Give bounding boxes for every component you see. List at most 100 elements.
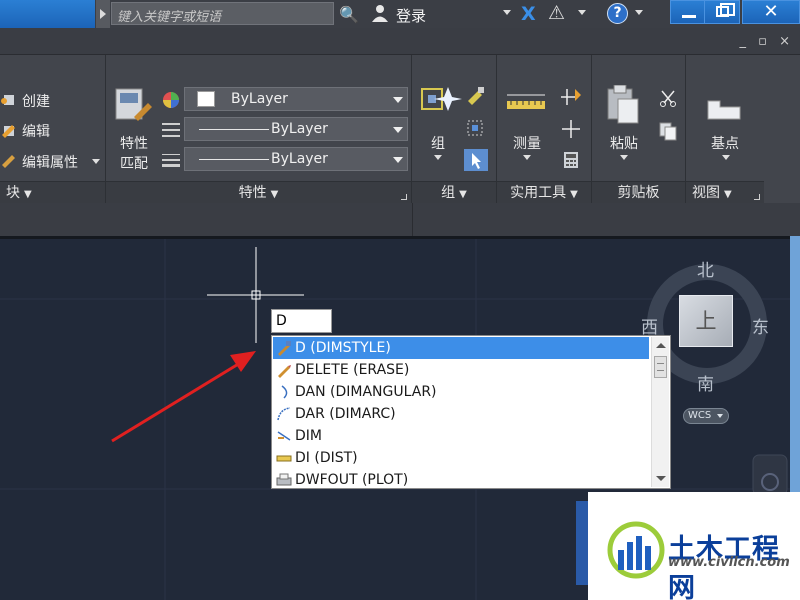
suggestion-label: DELETE (ERASE): [295, 362, 410, 378]
title-bar: 键入关键字或短语 🔍 登录 X ⚠ ? ✕: [0, 0, 800, 28]
id-point-icon[interactable]: [561, 119, 581, 139]
color-dropdown[interactable]: ByLayer: [184, 87, 408, 111]
scroll-up-icon[interactable]: [656, 343, 666, 348]
paste-dropdown-icon[interactable]: [620, 155, 628, 160]
group-panel-title[interactable]: 组 ▼: [412, 181, 496, 203]
paste-button[interactable]: 粘贴: [604, 133, 644, 153]
exchange-x-icon[interactable]: X: [521, 3, 536, 25]
quick-select-icon[interactable]: [561, 87, 583, 107]
measure-button[interactable]: 测量: [507, 133, 547, 153]
linetype-icon: [162, 123, 180, 137]
color-wheel-icon: [163, 92, 179, 108]
measure-dropdown-icon[interactable]: [523, 155, 531, 160]
clipboard-panel: 粘贴 剪贴板: [592, 55, 686, 203]
erase-icon: [278, 365, 291, 378]
suggestion-item[interactable]: DAR (DIMARC): [273, 403, 649, 425]
lineweight-dropdown[interactable]: ByLayer: [184, 147, 408, 171]
edit-block-button[interactable]: 编辑: [22, 121, 50, 141]
scroll-thumb[interactable]: [654, 356, 667, 378]
a360-icon[interactable]: ⚠: [548, 2, 565, 24]
wcs-menu[interactable]: WCS: [683, 408, 729, 424]
dialog-launcher-icon[interactable]: [754, 194, 760, 200]
maximize-button[interactable]: [704, 0, 740, 24]
base-point-icon: [707, 100, 741, 120]
cut-icon[interactable]: [658, 89, 678, 107]
menu-strip: _ ▫ ×: [0, 28, 800, 55]
linetype-preview: [199, 129, 269, 130]
minimize-icon: [682, 15, 696, 18]
panel-expand-icon: ▼: [24, 189, 32, 200]
watermark-logo-icon: [607, 521, 665, 579]
view-panel-title[interactable]: 视图 ▼: [686, 181, 764, 203]
match-properties-label-1[interactable]: 特性: [112, 133, 156, 153]
user-icon[interactable]: [370, 3, 390, 23]
group-dropdown-icon[interactable]: [434, 155, 442, 160]
properties-panel-title[interactable]: 特性 ▼: [106, 181, 411, 203]
edit-attribute-dropdown-icon[interactable]: [92, 159, 100, 164]
chevron-down-icon: [393, 127, 403, 133]
copy-icon[interactable]: [658, 121, 678, 141]
command-autocomplete-list: D (DIMSTYLE) DELETE (ERASE) DAN (DIMANGU…: [271, 335, 671, 489]
color-value: ByLayer: [231, 91, 288, 107]
minimize-button[interactable]: [670, 0, 706, 24]
suggestion-item[interactable]: DWFOUT (PLOT): [273, 469, 649, 491]
help-dropdown-icon[interactable]: [635, 10, 643, 15]
compass-north[interactable]: 北: [697, 256, 714, 281]
login-button[interactable]: 登录: [396, 5, 426, 26]
ungroup-icon[interactable]: [466, 87, 486, 105]
create-block-icon: [1, 95, 14, 105]
group-button[interactable]: 组: [420, 133, 456, 153]
base-point-dropdown-icon[interactable]: [722, 155, 730, 160]
dim-icon: [277, 431, 291, 441]
scroll-down-icon[interactable]: [656, 476, 666, 481]
maximize-icon: [716, 3, 735, 17]
dialog-launcher-icon[interactable]: [401, 194, 407, 200]
base-point-button[interactable]: 基点: [704, 133, 746, 153]
close-button[interactable]: ✕: [742, 0, 800, 24]
suggestion-item[interactable]: DIM: [273, 425, 649, 447]
view-panel: 基点 视图 ▼: [686, 55, 764, 203]
suggestion-item[interactable]: DELETE (ERASE): [273, 359, 649, 381]
expand-arrow-icon[interactable]: [96, 0, 110, 28]
viewcube-top-face[interactable]: 上: [679, 295, 733, 347]
calculator-icon[interactable]: [563, 151, 579, 169]
suggestion-item[interactable]: D (DIMSTYLE): [273, 337, 649, 359]
chevron-down-icon: [393, 97, 403, 103]
search-input[interactable]: 键入关键字或短语: [111, 2, 334, 25]
panel-expand-icon: ▼: [459, 189, 467, 200]
suggestion-item[interactable]: DI (DIST): [273, 447, 649, 469]
group-icon: [421, 87, 462, 111]
dist-icon: [276, 455, 292, 462]
plot-icon: [276, 473, 292, 486]
compass-south[interactable]: 南: [697, 370, 714, 395]
linetype-dropdown[interactable]: ByLayer: [184, 117, 408, 141]
dimstyle-icon: [278, 341, 291, 356]
group-panel: 组 组 ▼: [412, 55, 497, 203]
suggestion-item[interactable]: DAN (DIMANGULAR): [273, 381, 649, 403]
divider: [412, 203, 413, 236]
group-selection-icon[interactable]: [464, 149, 488, 171]
document-window-controls[interactable]: _ ▫ ×: [740, 34, 794, 49]
block-panel-title[interactable]: 块 ▼: [0, 181, 105, 203]
paste-icon: [607, 85, 639, 124]
suggestion-label: DAR (DIMARC): [295, 406, 396, 422]
match-properties-label-2[interactable]: 匹配: [112, 153, 156, 173]
binoculars-icon[interactable]: 🔍: [339, 5, 359, 24]
create-block-button[interactable]: 创建: [22, 91, 50, 111]
properties-panel: 特性 匹配 ByLayer ByLayer ByLayer 特性 ▼: [106, 55, 412, 203]
a360-dropdown-icon[interactable]: [578, 10, 586, 15]
edit-attribute-button[interactable]: 编辑属性: [22, 152, 78, 172]
panel-expand-icon: ▼: [570, 189, 578, 200]
utilities-panel-title[interactable]: 实用工具 ▼: [497, 181, 591, 203]
dynamic-command-input[interactable]: D: [271, 309, 332, 333]
help-icon[interactable]: ?: [607, 3, 628, 24]
measure-icon: [507, 94, 545, 109]
lineweight-icon: [162, 154, 180, 167]
clipboard-panel-title[interactable]: 剪贴板: [592, 181, 685, 203]
login-dropdown-icon[interactable]: [503, 10, 511, 15]
compass-east[interactable]: 东: [752, 313, 769, 338]
match-properties-icon: [115, 88, 152, 121]
lineweight-value: ByLayer: [271, 151, 328, 167]
group-edit-icon[interactable]: [466, 119, 486, 137]
suggestion-scrollbar[interactable]: [651, 337, 669, 487]
